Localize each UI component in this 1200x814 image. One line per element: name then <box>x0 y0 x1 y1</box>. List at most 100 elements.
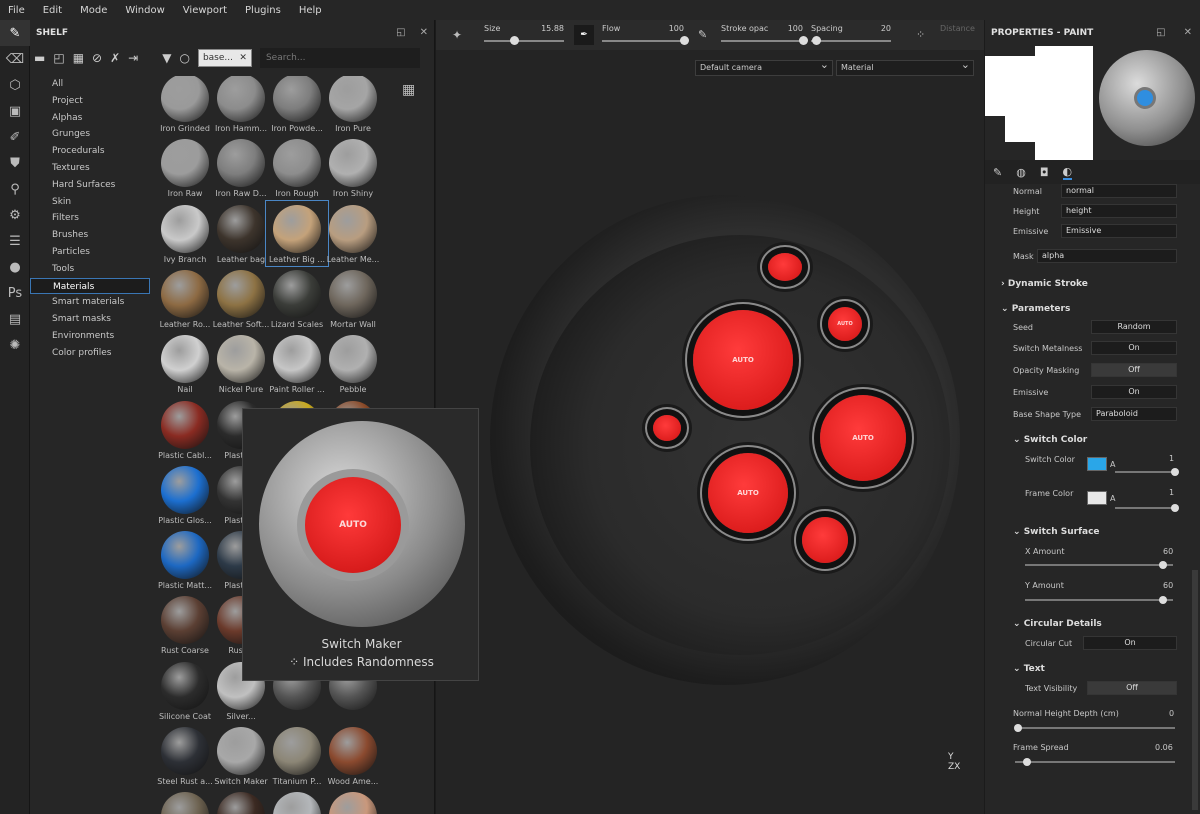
material-item[interactable]: Plastic Matt... <box>154 527 216 592</box>
flow-slider[interactable]: Flow 100 <box>602 24 689 45</box>
frame-color-swatch[interactable] <box>1087 491 1107 505</box>
x-amount-knob[interactable] <box>1159 561 1167 569</box>
material-item[interactable]: Silicone Coat <box>154 658 216 723</box>
undock-icon[interactable]: ◱ <box>1156 27 1165 38</box>
material-item[interactable]: Iron Rough <box>266 135 328 200</box>
layers-icon[interactable]: ☰ <box>0 228 30 254</box>
material-item[interactable]: Pebble <box>322 331 384 396</box>
frame-spread-knob[interactable] <box>1023 758 1031 766</box>
smudge-icon[interactable]: ✐ <box>0 124 30 150</box>
base-shape-dropdown[interactable]: Paraboloid <box>1091 407 1177 421</box>
material-item[interactable]: Iron Raw D... <box>210 135 272 200</box>
filter-icon[interactable]: ▼ <box>162 51 171 65</box>
material-item[interactable]: Leather Ro... <box>154 266 216 331</box>
size-knob[interactable] <box>509 36 519 45</box>
material-item[interactable]: Zipper <box>266 788 328 814</box>
material-item[interactable]: Wood Rough <box>154 788 216 814</box>
save-icon[interactable]: ▦ <box>73 51 84 65</box>
material-item[interactable]: Iron Shiny <box>322 135 384 200</box>
frame-color-alpha-knob[interactable] <box>1171 504 1179 512</box>
render-mode-dropdown[interactable]: Material <box>836 58 974 76</box>
category-item[interactable]: Particles <box>30 244 150 261</box>
menu-edit[interactable]: Edit <box>43 5 62 16</box>
delete-icon[interactable]: ✗ <box>110 51 120 65</box>
material-item[interactable]: Leather bag <box>210 201 272 266</box>
brush-tip-icon[interactable]: ✒ <box>574 25 594 45</box>
size-slider[interactable]: Size 15.88 <box>484 24 564 45</box>
menu-help[interactable]: Help <box>299 5 322 16</box>
category-item[interactable]: Skin <box>30 194 150 211</box>
category-item[interactable]: Textures <box>30 160 150 177</box>
category-item[interactable]: Project <box>30 93 150 110</box>
menu-window[interactable]: Window <box>125 5 164 16</box>
photoshop-icon[interactable]: Ps <box>0 280 30 306</box>
channel-dropdown[interactable]: Emissive <box>1061 224 1177 238</box>
channel-dropdown[interactable]: alpha <box>1037 249 1177 263</box>
channel-dropdown[interactable]: normal <box>1061 184 1177 198</box>
seed-field[interactable]: Random <box>1091 320 1177 334</box>
material-item[interactable]: Steel Rust a... <box>154 723 216 788</box>
menu-mode[interactable]: Mode <box>80 5 107 16</box>
material-item[interactable]: Lizard Scales <box>266 266 328 331</box>
emissive-toggle[interactable]: On <box>1091 385 1177 399</box>
category-item[interactable]: Smart materials <box>30 294 150 311</box>
category-item[interactable]: Brushes <box>30 227 150 244</box>
switch-color-swatch[interactable] <box>1087 457 1107 471</box>
material-tab-icon[interactable]: ◐ <box>1062 165 1073 180</box>
stroke-opacity-slider[interactable]: Stroke opac 100 <box>721 24 808 45</box>
brush-icon[interactable]: ✎ <box>698 28 707 41</box>
hide-icon[interactable]: ⊘ <box>92 51 102 65</box>
document-icon[interactable]: ▤ <box>0 306 30 332</box>
text-visibility-toggle[interactable]: Off <box>1087 681 1177 695</box>
mask-tab-icon[interactable]: ◘ <box>1040 166 1049 179</box>
paint-brush-icon[interactable]: ✎ <box>0 20 30 46</box>
category-item[interactable]: All <box>30 76 150 93</box>
material-item[interactable]: Leather Soft... <box>210 266 272 331</box>
circle-filter-icon[interactable]: ○ <box>179 51 189 65</box>
circular-details-section[interactable]: ⌄ Circular Details <box>1013 619 1102 629</box>
search-input[interactable]: Search... <box>259 48 420 68</box>
parameters-section[interactable]: ⌄ Parameters <box>1001 304 1070 314</box>
spacing-slider[interactable]: Spacing 20 <box>811 24 891 45</box>
undock-icon[interactable]: ◱ <box>396 27 405 38</box>
category-item[interactable]: Procedurals <box>30 143 150 160</box>
sphere-icon[interactable]: ● <box>0 254 30 280</box>
category-item[interactable]: Hard Surfaces <box>30 177 150 194</box>
stroke-opacity-knob[interactable] <box>799 36 808 45</box>
category-item[interactable]: Color profiles <box>30 345 150 362</box>
projection-icon[interactable]: ⬡ <box>0 72 30 98</box>
material-item[interactable]: Iron Grinded <box>154 76 216 135</box>
material-item[interactable]: Leather Big ... <box>265 199 329 267</box>
brush-tab-icon[interactable]: ✎ <box>993 166 1002 179</box>
grid-view-icon[interactable]: ▦ <box>402 82 415 98</box>
material-item[interactable]: Paint Roller ... <box>266 331 328 396</box>
circular-cut-toggle[interactable]: On <box>1083 636 1177 650</box>
dynamic-stroke-section[interactable]: › Dynamic Stroke <box>1001 279 1088 289</box>
material-item[interactable]: Iron Powde... <box>266 76 328 135</box>
text-section[interactable]: ⌄ Text <box>1013 664 1045 674</box>
export-icon[interactable]: ⇥ <box>128 51 138 65</box>
material-item[interactable]: Leather Me... <box>322 201 384 266</box>
material-item[interactable]: Ivy Branch <box>154 201 216 266</box>
chip-close-icon[interactable]: ✕ <box>239 53 247 63</box>
material-item[interactable]: Plastic Glos... <box>154 462 216 527</box>
material-item[interactable]: Iron Pure <box>322 76 384 135</box>
material-item[interactable]: Mortar Wall <box>322 266 384 331</box>
category-item[interactable]: Grunges <box>30 126 150 143</box>
camera-dropdown[interactable]: Default camera <box>695 58 833 76</box>
material-item[interactable]: Rust Coarse <box>154 592 216 657</box>
spacing-knob[interactable] <box>811 36 821 45</box>
category-item[interactable]: Filters <box>30 210 150 227</box>
opacity-masking-toggle[interactable]: Off <box>1091 363 1177 377</box>
material-item[interactable]: Switch Maker <box>210 723 272 788</box>
menu-viewport[interactable]: Viewport <box>183 5 227 16</box>
menu-file[interactable]: File <box>8 5 25 16</box>
color-picker-icon[interactable]: ⚲ <box>0 176 30 202</box>
settings-icon[interactable]: ⚙ <box>0 202 30 228</box>
scatter-icon[interactable]: ⁘ <box>916 28 925 41</box>
switch-color-alpha-knob[interactable] <box>1171 468 1179 476</box>
close-icon[interactable]: ✕ <box>420 27 428 38</box>
category-item[interactable]: Alphas <box>30 110 150 127</box>
menu-plugins[interactable]: Plugins <box>245 5 281 16</box>
pattern-tab-icon[interactable]: ◍ <box>1016 166 1026 179</box>
